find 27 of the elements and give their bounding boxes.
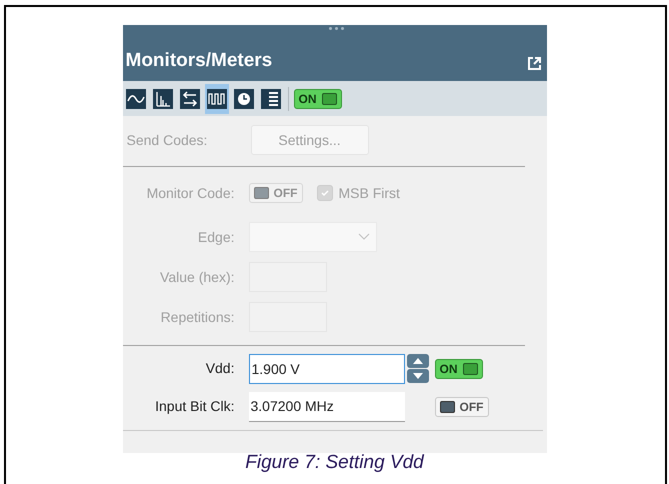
field-label: Monitor Code: bbox=[146, 184, 234, 202]
toolbar-button[interactable] bbox=[204, 84, 228, 114]
field-label: Edge: bbox=[196, 228, 234, 247]
panel-title: Monitors/Meters bbox=[126, 48, 272, 72]
chevron-down-icon bbox=[358, 233, 370, 241]
pulse-wave-icon bbox=[206, 88, 226, 108]
toggle-switch[interactable]: OFF bbox=[434, 397, 488, 417]
field-label: Send Codes: bbox=[126, 130, 208, 150]
checkbox-label: MSB First bbox=[338, 184, 400, 202]
toggle-switch[interactable]: ON bbox=[294, 88, 342, 108]
field-label: Value (hex): bbox=[159, 268, 234, 287]
swap-arrows-icon bbox=[180, 88, 200, 108]
field-label: Vdd: bbox=[204, 359, 234, 378]
figure-caption: Figure 7: Setting Vdd bbox=[245, 451, 424, 475]
clock-icon bbox=[234, 88, 254, 108]
spinner[interactable] bbox=[406, 354, 428, 383]
chart-icon bbox=[152, 88, 172, 108]
popout-icon[interactable] bbox=[526, 56, 542, 71]
field-label: Input Bit Clk: bbox=[154, 397, 234, 416]
input-field[interactable]: 1.900 V bbox=[248, 354, 404, 384]
wave-icon bbox=[126, 88, 146, 108]
input-field[interactable]: 3.07200 MHz bbox=[248, 392, 404, 422]
list-icon bbox=[260, 88, 280, 108]
toggle-switch[interactable]: ON bbox=[434, 359, 482, 379]
drag-handle-icon[interactable] bbox=[328, 27, 344, 30]
checkmark-icon bbox=[320, 188, 330, 198]
field-label: Repetitions: bbox=[160, 308, 234, 327]
